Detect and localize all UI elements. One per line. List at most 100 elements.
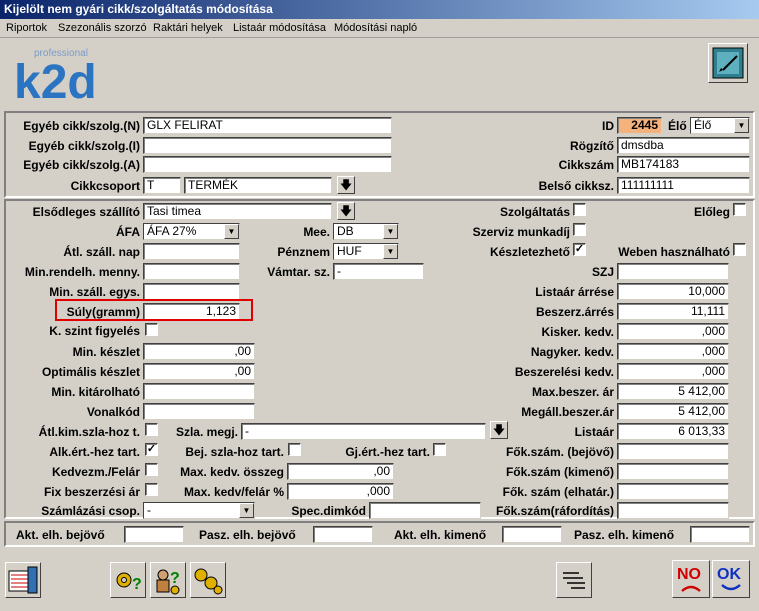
- window-title: Kijelölt nem gyári cikk/szolgáltatás mód…: [0, 0, 759, 19]
- input-spec-dim[interactable]: [369, 502, 481, 519]
- input-cikkcsoport-code[interactable]: T: [143, 177, 181, 194]
- edit-toolbar-button[interactable]: [708, 43, 748, 83]
- label-fok-raford: Fők.szám(ráfordítás): [495, 504, 614, 518]
- input-belso[interactable]: 111111111: [617, 177, 750, 194]
- input-fok-elhatar[interactable]: [617, 483, 729, 500]
- select-elo[interactable]: Élő ▼: [690, 117, 750, 134]
- input-max-kedv-felar[interactable]: ,000: [287, 483, 394, 500]
- checkbox-szerviz[interactable]: [573, 223, 586, 236]
- input-akt-kimeno[interactable]: [502, 526, 562, 543]
- label-beszerz-arres: Beszerz.árrés: [535, 305, 614, 319]
- input-listaar[interactable]: 6 013,33: [617, 423, 729, 440]
- input-beszerz-arres[interactable]: 11,111: [617, 303, 729, 320]
- k2d-logo: professional k2d: [14, 48, 97, 102]
- label-min-keszlet: Min. készlet: [72, 345, 140, 359]
- input-vamtar[interactable]: -: [333, 263, 424, 280]
- label-fok-elhatar: Fők. szám (elhatár.): [502, 485, 614, 499]
- input-cikkcsoport-name[interactable]: TERMÉK: [184, 177, 332, 194]
- input-min-kitar[interactable]: [143, 383, 255, 400]
- label-max-kedv-osszeg: Max. kedv. összeg: [180, 465, 284, 479]
- input-megall[interactable]: 5 412,00: [617, 403, 729, 420]
- label-opt-keszlet: Optimális készlet: [41, 365, 140, 379]
- input-pasz-kimeno[interactable]: [690, 526, 750, 543]
- input-max-beszer[interactable]: 5 412,00: [617, 383, 729, 400]
- input-min-szall[interactable]: [143, 283, 240, 300]
- input-egyeb-a[interactable]: [143, 156, 392, 173]
- user-help-button[interactable]: ?: [150, 562, 186, 598]
- checkbox-gj-ert[interactable]: [433, 443, 446, 456]
- label-szerviz: Szerviz munkadíj: [472, 225, 570, 239]
- szallito-lookup-button[interactable]: 🡇: [337, 202, 355, 220]
- label-szj: SZJ: [591, 265, 614, 279]
- input-max-kedv-osszeg[interactable]: ,00: [287, 463, 394, 480]
- input-min-rend[interactable]: [143, 263, 240, 280]
- select-afa[interactable]: ÁFA 27% ▼: [143, 223, 240, 240]
- select-penznem[interactable]: HUF ▼: [333, 243, 399, 260]
- input-rogzito[interactable]: dmsdba: [617, 137, 750, 154]
- ok-button[interactable]: OK: [712, 560, 750, 598]
- menu-listaar[interactable]: Listaár módosítása: [233, 19, 326, 38]
- label-belso: Belső cikksz.: [538, 179, 614, 193]
- input-szj[interactable]: [617, 263, 729, 280]
- input-fok-kimeno[interactable]: [617, 463, 729, 480]
- checkbox-kedvezm[interactable]: [145, 463, 158, 476]
- settings-help-button[interactable]: ?: [110, 562, 146, 598]
- szla-megj-lookup-button[interactable]: 🡇: [490, 421, 508, 439]
- input-beszerelesi[interactable]: ,000: [617, 363, 729, 380]
- checkbox-szolg[interactable]: [573, 203, 586, 216]
- select-mee[interactable]: DB ▼: [333, 223, 399, 240]
- checkbox-alk-ert[interactable]: ✓: [145, 443, 158, 456]
- print-button[interactable]: [5, 562, 41, 598]
- select-szamlazasi[interactable]: - ▼: [143, 502, 255, 519]
- label-max-beszer: Max.beszer. ár: [531, 385, 614, 399]
- select-elo-value: Élő: [694, 118, 712, 132]
- chevron-down-icon: ▼: [239, 503, 254, 518]
- document-button[interactable]: [556, 562, 592, 598]
- input-pasz-bejovo[interactable]: [313, 526, 373, 543]
- no-button[interactable]: NO: [672, 560, 710, 598]
- label-egyeb-n: Egyéb cikk/szolg.(N): [23, 119, 140, 133]
- input-szallito[interactable]: Tasi timea: [143, 203, 332, 220]
- input-vonalkod[interactable]: [143, 403, 255, 420]
- checkbox-weben[interactable]: [733, 243, 746, 256]
- input-opt-keszlet[interactable]: ,00: [143, 363, 255, 380]
- cikkcsoport-lookup-button[interactable]: 🡇: [337, 176, 355, 194]
- checkbox-bej-szla[interactable]: [288, 443, 301, 456]
- document-lines-icon: [563, 572, 585, 589]
- input-egyeb-i[interactable]: [143, 137, 392, 154]
- menu-szezonalis[interactable]: Szezonális szorzó: [58, 19, 147, 38]
- input-kisker[interactable]: ,000: [617, 323, 729, 340]
- gear-question-icon: ?: [116, 572, 142, 593]
- menu-riportok[interactable]: Riportok: [6, 19, 47, 38]
- label-beszerelesi: Beszerelési kedv.: [514, 365, 614, 379]
- input-min-keszlet[interactable]: ,00: [143, 343, 255, 360]
- input-fok-bejovo[interactable]: [617, 443, 729, 460]
- input-szla-megj[interactable]: -: [241, 423, 486, 440]
- input-atl-szall[interactable]: [143, 243, 240, 260]
- label-spec-dim: Spec.dimkód: [291, 504, 366, 518]
- checkbox-atl-kim[interactable]: [145, 423, 158, 436]
- menu-naplo[interactable]: Módosítási napló: [334, 19, 417, 38]
- label-eloleg: Előleg: [693, 205, 730, 219]
- checkbox-eloleg[interactable]: [733, 203, 746, 216]
- checkbox-k-szint[interactable]: [145, 323, 158, 336]
- input-egyeb-n[interactable]: GLX FELIRAT: [143, 117, 392, 134]
- checkbox-fix-beszer[interactable]: [145, 483, 158, 496]
- input-akt-bejovo[interactable]: [124, 526, 184, 543]
- label-vamtar: Vámtar. sz.: [267, 265, 330, 279]
- tools-button[interactable]: [190, 562, 226, 598]
- input-fok-raford[interactable]: [617, 502, 729, 519]
- input-nagyker[interactable]: ,000: [617, 343, 729, 360]
- edit-icon: [712, 47, 744, 79]
- label-mee: Mee.: [303, 225, 330, 239]
- input-listaar-arres[interactable]: 10,000: [617, 283, 729, 300]
- input-cikkszam[interactable]: MB174183: [617, 156, 750, 173]
- label-cikkcsoport: Cikkcsoport: [70, 179, 140, 193]
- label-cikkszam: Cikkszám: [558, 158, 614, 172]
- label-afa: ÁFA: [116, 225, 140, 239]
- label-fok-kimeno: Fők.szám (kimenő): [505, 465, 614, 479]
- checkbox-keszlet[interactable]: ✓: [573, 243, 586, 256]
- menu-raktari[interactable]: Raktári helyek: [153, 19, 223, 38]
- label-gj-ert: Gj.ért.-hez tart.: [345, 445, 430, 459]
- menu-bar: Riportok Szezonális szorzó Raktári helye…: [0, 19, 759, 38]
